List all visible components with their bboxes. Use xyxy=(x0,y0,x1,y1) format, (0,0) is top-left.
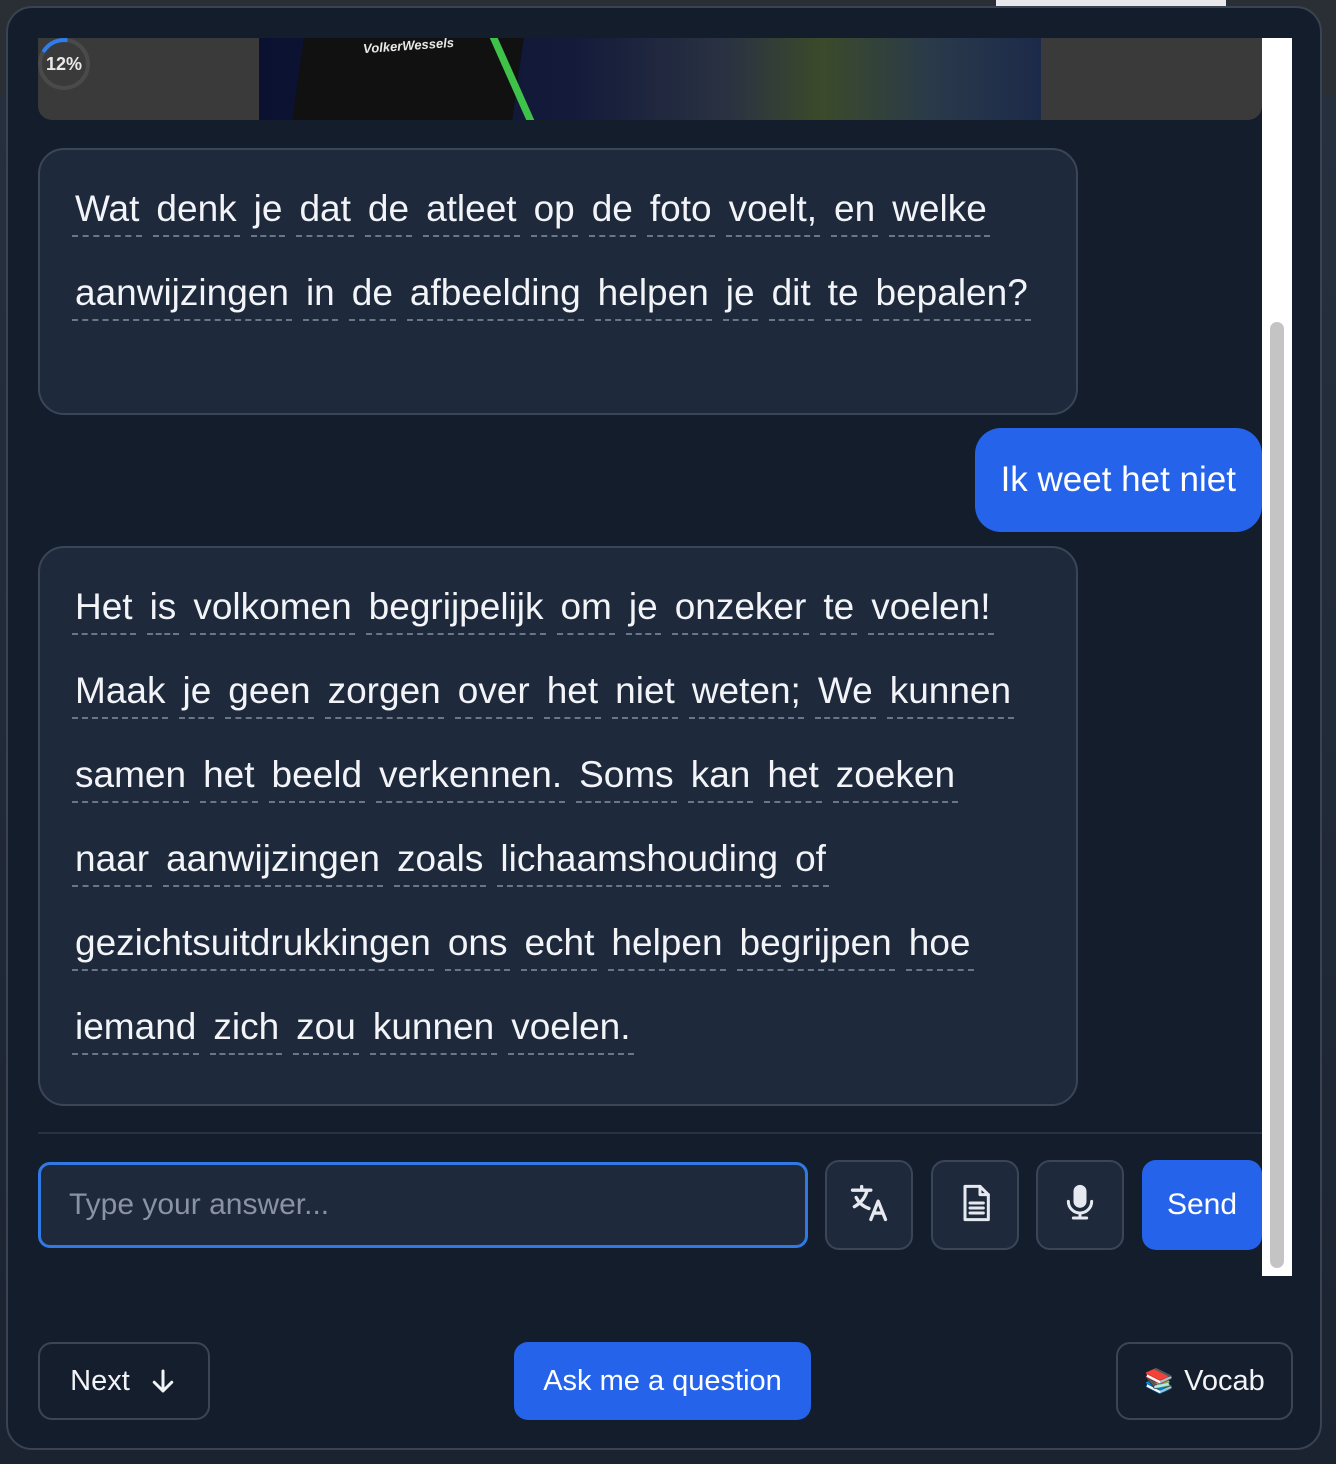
answer-input[interactable] xyxy=(38,1162,808,1248)
vocab-word[interactable]: om xyxy=(557,581,615,635)
vocab-word[interactable]: begrijpelijk xyxy=(365,581,547,635)
vocab-word[interactable]: voelen. xyxy=(508,1001,634,1055)
vocab-word[interactable]: niet xyxy=(612,665,678,719)
vocab-word[interactable]: gezichtsuitdrukkingen xyxy=(72,917,434,971)
vocab-word[interactable]: het xyxy=(764,749,822,803)
vocab-word[interactable]: volkomen xyxy=(190,581,355,635)
vocab-word[interactable]: hoe xyxy=(905,917,974,971)
vocab-word[interactable]: kunnen xyxy=(369,1001,498,1055)
vocab-word[interactable]: zoals xyxy=(394,833,487,887)
vocab-word[interactable]: je xyxy=(722,267,758,321)
vocab-word[interactable]: geen xyxy=(225,665,314,719)
vocab-word[interactable]: ons xyxy=(444,917,511,971)
vocab-word[interactable]: voelen! xyxy=(868,581,994,635)
vocab-word[interactable]: denk xyxy=(153,183,240,237)
vocab-word[interactable]: weten; xyxy=(688,665,804,719)
vocab-word[interactable]: Wat xyxy=(72,183,143,237)
assistant-message: Het is volkomen begrijpelijk om je onzeker te vo… xyxy=(38,546,1078,1106)
document-button[interactable] xyxy=(931,1160,1019,1250)
vocab-word[interactable]: afbeelding xyxy=(406,267,584,321)
vocab-word[interactable]: te xyxy=(824,267,862,321)
assistant-message: Wat denk je dat de atleet op de foto voelt, en welk… xyxy=(38,148,1078,415)
next-label: Next xyxy=(70,1364,130,1397)
vocab-word[interactable]: over xyxy=(454,665,533,719)
vocab-word[interactable]: zorgen xyxy=(324,665,444,719)
vocab-word[interactable]: de xyxy=(364,183,413,237)
chat-scroll-area[interactable]: VolkerWessels 12% Wat denk je dat de atleet op… xyxy=(38,38,1292,1276)
vocab-button[interactable]: 📚 Vocab xyxy=(1116,1342,1293,1420)
vocab-word[interactable]: het xyxy=(543,665,602,719)
vocab-word[interactable]: verkennen. xyxy=(376,749,566,803)
answer-row: Send xyxy=(38,1160,1262,1250)
vocab-word[interactable]: atleet xyxy=(423,183,520,237)
vocab-word[interactable]: beeld xyxy=(268,749,366,803)
vocab-word[interactable]: onzeker xyxy=(671,581,810,635)
vocab-word[interactable]: welke xyxy=(889,183,990,237)
vocab-word[interactable]: We xyxy=(814,665,876,719)
vocab-word[interactable]: je xyxy=(179,665,215,719)
translate-icon xyxy=(847,1181,891,1230)
next-button[interactable]: Next xyxy=(38,1342,210,1420)
document-icon xyxy=(955,1181,995,1230)
vocab-word[interactable]: kunnen xyxy=(886,665,1015,719)
vocab-word[interactable]: je xyxy=(625,581,661,635)
vocab-word[interactable]: helpen xyxy=(608,917,726,971)
progress-indicator: 12% xyxy=(38,38,90,90)
vocab-word[interactable]: voelt, xyxy=(725,183,821,237)
vocab-word[interactable]: op xyxy=(530,183,578,237)
vocab-word[interactable]: naar xyxy=(72,833,153,887)
vocab-word[interactable]: aanwijzingen xyxy=(72,267,292,321)
vocab-word[interactable]: bepalen? xyxy=(872,267,1031,321)
ask-question-button[interactable]: Ask me a question xyxy=(514,1342,811,1420)
vocab-word[interactable]: Maak xyxy=(72,665,169,719)
vocab-word[interactable]: kan xyxy=(687,749,754,803)
divider xyxy=(38,1132,1262,1134)
chat-modal: VolkerWessels 12% Wat denk je dat de atleet op… xyxy=(6,6,1322,1450)
vocab-word[interactable]: de xyxy=(348,267,396,321)
vocab-word[interactable]: te xyxy=(820,581,858,635)
vocab-word[interactable]: het xyxy=(200,749,258,803)
microphone-button[interactable] xyxy=(1036,1160,1124,1250)
vocab-word[interactable]: echt xyxy=(521,917,598,971)
vocab-label: Vocab xyxy=(1184,1364,1265,1397)
vocab-word[interactable]: samen xyxy=(72,749,190,803)
vocab-word[interactable]: of xyxy=(792,833,829,887)
arrow-down-icon xyxy=(148,1366,178,1396)
vocab-word[interactable]: zich xyxy=(210,1001,283,1055)
vocab-word[interactable]: zoeken xyxy=(832,749,959,803)
progress-label: 12% xyxy=(45,53,83,74)
scrollbar-thumb[interactable] xyxy=(1270,322,1284,1268)
vocab-word[interactable]: dat xyxy=(296,183,354,237)
user-message: Ik weet het niet xyxy=(974,428,1262,532)
vocab-word[interactable]: Soms xyxy=(576,749,677,803)
translate-button[interactable] xyxy=(825,1160,913,1250)
scrollbar-track[interactable] xyxy=(1262,38,1292,1276)
vocab-word[interactable]: de xyxy=(588,183,636,237)
vocab-word[interactable]: aanwijzingen xyxy=(163,833,383,887)
vocab-word[interactable]: iemand xyxy=(72,1001,200,1055)
image-preview: VolkerWessels 12% xyxy=(38,38,1262,120)
microphone-icon xyxy=(1060,1181,1100,1230)
vocab-word[interactable]: in xyxy=(302,267,338,321)
vocab-word[interactable]: zou xyxy=(293,1001,359,1055)
vocab-word[interactable]: helpen xyxy=(594,267,712,321)
vocab-word[interactable]: Het xyxy=(72,581,136,635)
vocab-word[interactable]: je xyxy=(250,183,286,237)
vocab-word[interactable]: en xyxy=(831,183,879,237)
vocab-word[interactable]: foto xyxy=(646,183,715,237)
send-button[interactable]: Send xyxy=(1142,1160,1262,1250)
vocab-word[interactable]: lichaamshouding xyxy=(497,833,782,887)
books-icon: 📚 xyxy=(1144,1367,1175,1395)
vocab-word[interactable]: is xyxy=(146,581,180,635)
vocab-word[interactable]: begrijpen xyxy=(736,917,895,971)
vocab-word[interactable]: dit xyxy=(768,267,814,321)
